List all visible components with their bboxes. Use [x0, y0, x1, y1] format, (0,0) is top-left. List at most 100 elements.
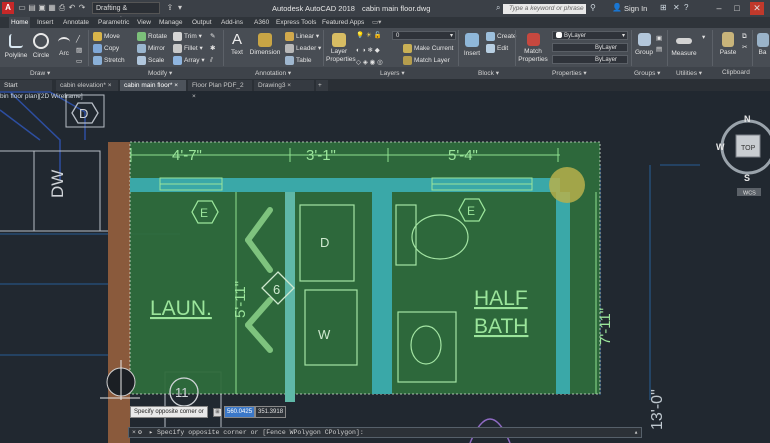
save-as-icon[interactable]: ▦: [48, 3, 56, 13]
group-button[interactable]: Group: [633, 30, 655, 56]
array-dropdown-icon[interactable]: ▾: [200, 57, 204, 64]
layer-delete-icon[interactable]: ◉: [370, 59, 376, 66]
arc-button[interactable]: Arc: [55, 30, 73, 57]
tab-express-tools[interactable]: Express Tools: [276, 17, 316, 28]
panel-block-label[interactable]: Block ▾: [478, 69, 499, 77]
fillet-dropdown-icon[interactable]: ▾: [198, 45, 203, 52]
create-block-button[interactable]: Create: [486, 31, 517, 43]
move-button[interactable]: Move: [93, 31, 125, 43]
tab-manage[interactable]: Manage: [159, 17, 183, 28]
match-layer-button[interactable]: Match Layer: [403, 55, 453, 67]
paste-button[interactable]: Paste: [716, 30, 740, 56]
lock-icon[interactable]: 🔓: [374, 32, 382, 39]
tab-parametric[interactable]: Parametric: [98, 17, 129, 28]
command-line[interactable]: × ⚙ ▸ Specify opposite corner or [Fence …: [128, 427, 642, 438]
doc-tab-cabin-main-floor[interactable]: cabin main floor* ×: [120, 80, 186, 91]
qat-dropdown-icon[interactable]: ▾: [176, 3, 184, 13]
layer-merge-icon[interactable]: ◈: [363, 59, 368, 66]
rectangle-icon[interactable]: ▭: [76, 56, 82, 67]
linear-button[interactable]: Linear ▾: [285, 31, 321, 43]
lineweight-select[interactable]: ByLayer: [552, 43, 628, 52]
close-icon[interactable]: ×: [108, 82, 112, 89]
lightbulb-icon[interactable]: 💡: [356, 32, 364, 39]
share-icon[interactable]: ⇪: [166, 3, 174, 13]
linetype-select[interactable]: ByLayer: [552, 55, 628, 64]
tab-insert[interactable]: Insert: [37, 17, 53, 28]
panel-layers-label[interactable]: Layers ▾: [380, 69, 405, 77]
dynamic-input-options-icon[interactable]: ⊞: [213, 408, 222, 417]
coord-x-input[interactable]: 560.0425: [224, 406, 256, 418]
layer-lock-icon[interactable]: ◆: [375, 47, 380, 54]
layer-walk-icon[interactable]: ◇: [356, 59, 361, 66]
open-file-icon[interactable]: ▤: [28, 3, 36, 13]
layer-previous-icon[interactable]: ◎: [377, 59, 383, 66]
help-icon[interactable]: ?: [684, 3, 688, 12]
array-button[interactable]: Array ▾: [173, 55, 205, 67]
ungroup-icon[interactable]: ▣: [656, 33, 662, 44]
layer-select[interactable]: 0 ▾: [392, 31, 456, 40]
layer-freeze-icon[interactable]: ❄: [368, 47, 373, 54]
trim-button[interactable]: Trim ▾: [173, 31, 205, 43]
tab-featured-apps[interactable]: Featured Apps: [322, 17, 364, 28]
tab-annotate[interactable]: Annotate: [63, 17, 89, 28]
workspace-select[interactable]: Drafting & Annotation: [92, 2, 160, 24]
doc-tab-cabin-elevation[interactable]: cabin elevation* ×: [56, 80, 118, 91]
scale-button[interactable]: Scale: [137, 55, 167, 67]
offset-icon[interactable]: ⫽: [210, 55, 215, 67]
print-icon[interactable]: ⎙: [58, 3, 66, 13]
erase-icon[interactable]: ✎: [210, 31, 215, 43]
color-select[interactable]: ByLayer ▾: [552, 31, 628, 40]
new-file-icon[interactable]: ▭: [18, 3, 26, 13]
leader-button[interactable]: Leader ▾: [285, 43, 321, 55]
viewcube-north[interactable]: N: [744, 114, 751, 124]
table-button[interactable]: Table: [285, 55, 321, 67]
viewcube-south[interactable]: S: [744, 173, 750, 183]
autocad-logo-icon[interactable]: A: [2, 2, 14, 14]
close-button[interactable]: ✕: [750, 2, 764, 15]
sun-icon[interactable]: ☀: [366, 32, 372, 39]
cart-icon[interactable]: ⊞: [660, 3, 667, 12]
connect-icon[interactable]: ✕: [673, 3, 680, 12]
tab-home[interactable]: Home: [9, 17, 31, 28]
tab-output[interactable]: Output: [192, 17, 212, 28]
explode-icon[interactable]: ✱: [210, 43, 215, 55]
panel-utilities-label[interactable]: Utilities ▾: [676, 69, 702, 77]
signin-link[interactable]: Sign In: [624, 4, 647, 13]
close-icon[interactable]: ×: [132, 428, 136, 437]
close-icon[interactable]: ×: [287, 82, 291, 89]
text-button[interactable]: A Text: [227, 30, 247, 56]
panel-annotation-label[interactable]: Annotation ▾: [255, 69, 291, 77]
close-icon[interactable]: ×: [174, 82, 178, 89]
measure-button[interactable]: Measure: [670, 30, 698, 57]
linear-dropdown-icon[interactable]: ▾: [314, 33, 319, 40]
tab-a360[interactable]: A360: [254, 17, 269, 28]
line-icon[interactable]: ╱: [76, 34, 82, 45]
ribbon-minimize-icon[interactable]: ▭▾: [372, 17, 381, 28]
leader-dropdown-icon[interactable]: ▾: [316, 45, 321, 52]
redo-icon[interactable]: ↷: [78, 3, 86, 13]
doc-tab-drawing3[interactable]: Drawing3 ×: [254, 80, 314, 91]
copy-clip-icon[interactable]: ⧉: [742, 31, 747, 42]
copy-button[interactable]: Copy: [93, 43, 125, 55]
new-tab-button[interactable]: +: [316, 80, 328, 91]
viewcube-west[interactable]: W: [716, 142, 725, 152]
tab-view[interactable]: View: [137, 17, 151, 28]
minimize-button[interactable]: –: [712, 2, 726, 15]
panel-groups-label[interactable]: Groups ▾: [634, 69, 660, 77]
match-properties-button[interactable]: Match Properties: [518, 30, 548, 64]
rotate-button[interactable]: Rotate: [137, 31, 167, 43]
search-go-icon[interactable]: ⚲: [590, 3, 596, 12]
layer-off-icon[interactable]: ◐: [356, 47, 360, 54]
user-icon[interactable]: 👤: [612, 3, 622, 12]
drawing-canvas[interactable]: 4'-7" 3'-1" 5'-4" 5'-11" 7'-11" 13'-0" D…: [0, 91, 770, 443]
save-icon[interactable]: ▣: [38, 3, 46, 13]
insert-button[interactable]: Insert: [461, 30, 483, 57]
utilities-more-icon[interactable]: ▾: [702, 33, 705, 41]
hatch-icon[interactable]: ▨: [76, 45, 82, 56]
panel-properties-label[interactable]: Properties ▾: [552, 69, 587, 77]
circle-button[interactable]: Circle: [31, 30, 51, 59]
base-view-button[interactable]: Ba: [755, 30, 770, 56]
edit-block-button[interactable]: Edit: [486, 43, 517, 55]
maximize-button[interactable]: □: [730, 2, 744, 15]
search-icon[interactable]: ⌕: [496, 3, 500, 13]
